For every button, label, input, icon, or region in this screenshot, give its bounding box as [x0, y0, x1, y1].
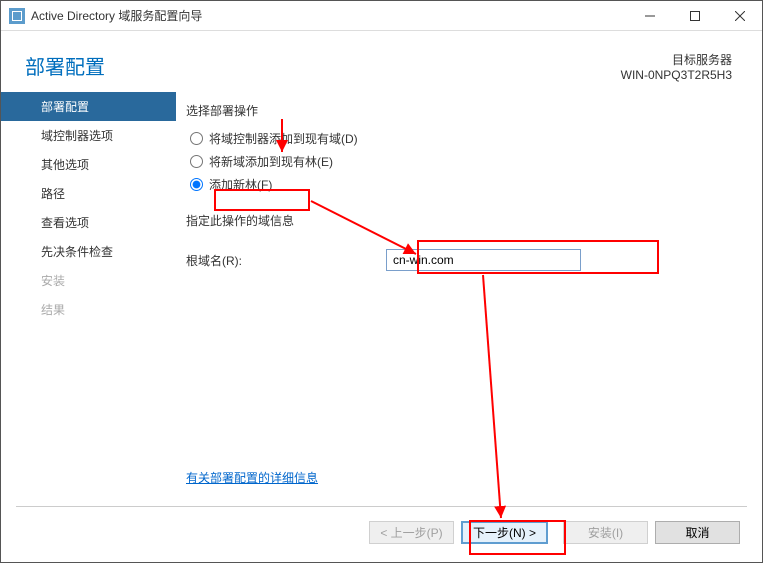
target-server-label: 目标服务器: [621, 51, 732, 68]
more-info-link[interactable]: 有关部署配置的详细信息: [186, 469, 318, 486]
minimize-button[interactable]: [627, 1, 672, 30]
maximize-button[interactable]: [672, 1, 717, 30]
select-operation-label: 选择部署操作: [186, 102, 732, 119]
radio-input-add-dc[interactable]: [190, 132, 203, 145]
target-server-value: WIN-0NPQ3T2R5H3: [621, 68, 732, 82]
radio-add-domain-existing-forest[interactable]: 将新域添加到现有林(E): [186, 150, 732, 173]
sidebar-item-review-options[interactable]: 查看选项: [1, 208, 176, 237]
target-server-info: 目标服务器 WIN-0NPQ3T2R5H3: [621, 51, 732, 82]
dialog-footer: < 上一步(P) 下一步(N) > 安装(I) 取消: [1, 507, 762, 562]
radio-add-dc-existing-domain[interactable]: 将域控制器添加到现有域(D): [186, 127, 732, 150]
radio-add-new-forest[interactable]: 添加新林(F): [186, 173, 732, 196]
content-panel: 选择部署操作 将域控制器添加到现有域(D) 将新域添加到现有林(E) 添加新林(…: [176, 92, 762, 506]
page-title: 部署配置: [25, 51, 105, 80]
root-domain-label: 根域名(R):: [186, 252, 386, 269]
dialog-body: 部署配置 域控制器选项 其他选项 路径 查看选项 先决条件检查 安装 结果 选择…: [1, 92, 762, 506]
radio-label: 将域控制器添加到现有域(D): [209, 130, 358, 147]
sidebar: 部署配置 域控制器选项 其他选项 路径 查看选项 先决条件检查 安装 结果: [1, 92, 176, 506]
cancel-button[interactable]: 取消: [655, 521, 740, 544]
domain-info-label: 指定此操作的域信息: [186, 212, 732, 229]
prev-button: < 上一步(P): [369, 521, 454, 544]
dialog-header: 部署配置 目标服务器 WIN-0NPQ3T2R5H3: [1, 31, 762, 92]
radio-input-add-domain[interactable]: [190, 155, 203, 168]
sidebar-item-dc-options[interactable]: 域控制器选项: [1, 121, 176, 150]
root-domain-row: 根域名(R):: [186, 249, 732, 271]
root-domain-input[interactable]: [386, 249, 581, 271]
sidebar-item-paths[interactable]: 路径: [1, 179, 176, 208]
sidebar-item-other-options[interactable]: 其他选项: [1, 150, 176, 179]
install-button: 安装(I): [563, 521, 648, 544]
window-title: Active Directory 域服务配置向导: [31, 7, 627, 24]
sidebar-item-deploy-config[interactable]: 部署配置: [1, 92, 176, 121]
next-button[interactable]: 下一步(N) >: [461, 521, 548, 544]
radio-label: 添加新林(F): [209, 176, 272, 193]
radio-input-new-forest[interactable]: [190, 178, 203, 191]
app-icon: [9, 8, 25, 24]
sidebar-item-install: 安装: [1, 266, 176, 295]
sidebar-item-results: 结果: [1, 295, 176, 324]
close-button[interactable]: [717, 1, 762, 30]
sidebar-item-prereq-check[interactable]: 先决条件检查: [1, 237, 176, 266]
titlebar: Active Directory 域服务配置向导: [1, 1, 762, 31]
dialog-window: Active Directory 域服务配置向导 部署配置 目标服务器 WIN-…: [0, 0, 763, 563]
radio-label: 将新域添加到现有林(E): [209, 153, 333, 170]
window-controls: [627, 1, 762, 30]
